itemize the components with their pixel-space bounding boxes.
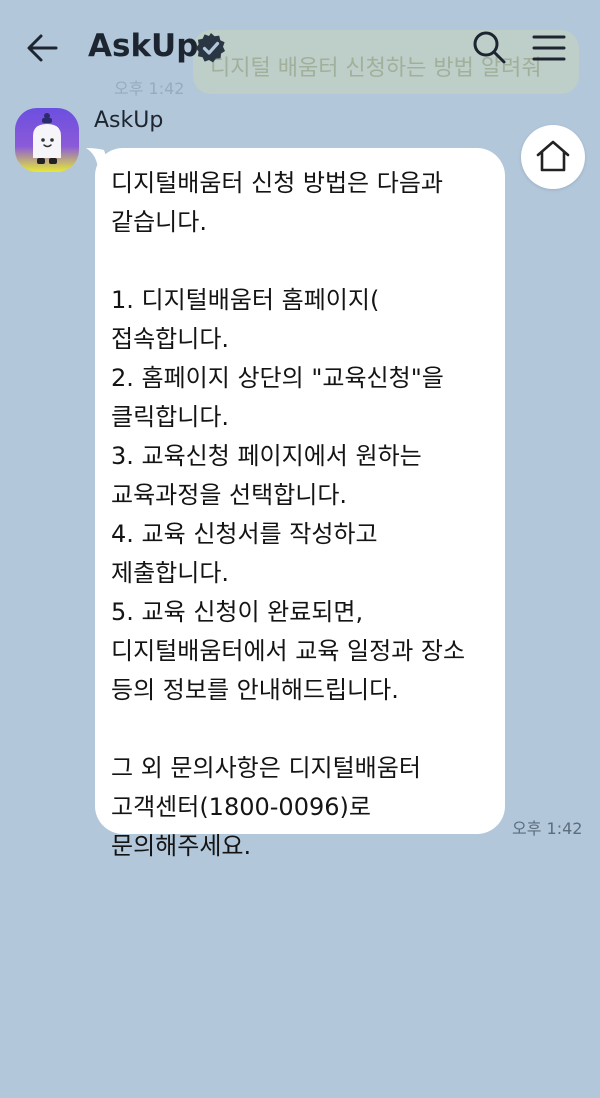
bot-message-bubble[interactable]: 디지털배움터 신청 방법은 다음과 같습니다. 1. 디지털배움터 홈페이지( … [95, 148, 505, 860]
message-step: 3. 교육신청 페이지에서 원하는 교육과정을 선택합니다. [111, 442, 422, 509]
back-button[interactable] [22, 28, 62, 68]
hamburger-menu-icon [532, 35, 566, 61]
message-step: 4. 교육 신청서를 작성하고 제출합니다. [111, 520, 378, 587]
message-intro: 디지털배움터 신청 방법은 다음과 같습니다. [111, 169, 444, 236]
menu-button[interactable] [530, 30, 568, 66]
message-step: 1. 디지털배움터 홈페이지( 접속합니다. [111, 286, 380, 353]
message-time: 오후 1:42 [512, 819, 583, 838]
arrow-left-icon [27, 34, 58, 62]
home-button[interactable] [521, 125, 585, 189]
message-outro: 그 외 문의사항은 디지털배움터 고객센터(1800-0096)로 문의해주세요… [111, 754, 421, 860]
message-step: 5. 교육 신청이 완료되면, 디지털배움터에서 교육 일정과 장소 등의 정보… [111, 598, 466, 704]
search-button[interactable] [470, 28, 508, 66]
bot-name: AskUp [94, 108, 164, 133]
verified-badge-icon [194, 31, 228, 65]
bot-avatar[interactable] [15, 108, 79, 172]
message-step: 2. 홈페이지 상단의 "교육신청"을 클릭합니다. [111, 364, 444, 431]
askup-bot-avatar-icon [33, 113, 61, 164]
chat-header: AskUp [0, 0, 600, 96]
chat-title: AskUp [88, 28, 199, 64]
home-icon [536, 140, 570, 172]
search-icon [473, 31, 506, 64]
